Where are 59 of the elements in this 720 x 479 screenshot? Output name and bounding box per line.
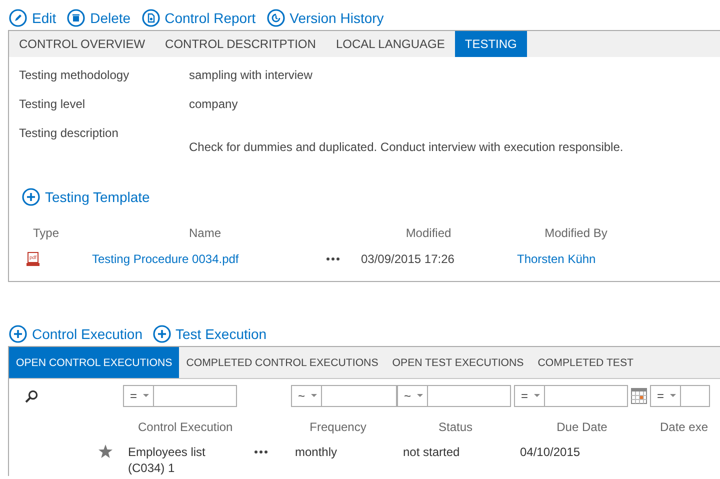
toolbar-link[interactable]: Edit [9,6,56,30]
add-link[interactable]: Control Execution [9,322,143,346]
document-icon [142,9,160,27]
user-link[interactable]: Thorsten Kühn [501,252,651,266]
plus-icon [9,325,27,343]
execution-name[interactable]: Employees list (C034) 1 [128,444,238,476]
column-header: Status [437,420,474,434]
caret-icon[interactable] [143,394,150,398]
column-header: Name [188,226,222,240]
tab[interactable]: CONTROL DESCRITPTION [155,31,326,57]
trash-icon [67,9,86,27]
add-link[interactable]: Test Execution [152,322,267,346]
caret-icon[interactable] [311,394,318,398]
caret-icon[interactable] [670,394,676,398]
tab[interactable]: COMPLETED CONTROL EXECUTIONS [179,347,386,378]
toolbar-link[interactable]: Version History [266,6,384,30]
column-header: Due Date [556,420,608,434]
column-header: Modified [404,226,452,240]
plus-icon [152,325,171,343]
filter-field[interactable]: = [650,385,710,407]
tab[interactable]: OPEN TEST EXECUTIONS [385,347,531,378]
column-header: Frequency [308,420,368,434]
modified-date: 03/09/2015 17:26 [360,252,456,266]
tab[interactable]: CONTROL OVERVIEW [9,31,156,57]
field-label: Testing methodology [19,67,130,84]
more-icon[interactable] [254,450,268,454]
frequency-cell-text: monthly [294,444,338,460]
clock-icon [266,9,285,27]
caret-icon[interactable] [417,394,424,398]
filter-field[interactable]: ~ [397,385,511,407]
column-header: Control Execution [137,420,234,434]
tab[interactable]: LOCAL LANGUAGE [326,31,455,57]
toolbar-link[interactable]: Control Report [142,6,256,30]
column-header: Type [32,226,60,240]
search-icon[interactable] [25,390,38,402]
status-cell-text: not started [402,444,461,460]
toolbar-link[interactable]: Delete [67,6,131,30]
field-value: sampling with interview [189,67,314,84]
filter-field[interactable]: ~ [291,385,397,407]
field-value: Check for dummies and duplicated. Conduct interview with execution responsible. [189,139,624,155]
file-link[interactable]: Testing Procedure 0034.pdf [84,252,326,266]
tab[interactable]: COMPLETED TEST [530,347,641,378]
field-label: Testing level [19,96,86,113]
filter-field[interactable]: = [514,385,628,407]
field-value: company [189,96,239,113]
tab[interactable]: TESTING [454,31,527,57]
pencil-icon [9,9,27,27]
tab[interactable]: OPEN CONTROL EXECUTIONS [9,347,180,378]
add-template-link[interactable]: Testing Template [22,188,150,206]
plus-icon [22,188,40,206]
column-header: Date exe [659,420,710,434]
column-header: Modified By [544,226,608,240]
star-icon[interactable] [98,444,113,459]
filter-field[interactable]: = [123,385,237,407]
calendar-icon[interactable] [631,388,647,404]
caret-icon[interactable] [534,394,540,398]
more-icon[interactable] [326,257,340,261]
due-date-cell-text: 04/10/2015 [519,444,582,460]
field-label: Testing description [19,125,120,142]
